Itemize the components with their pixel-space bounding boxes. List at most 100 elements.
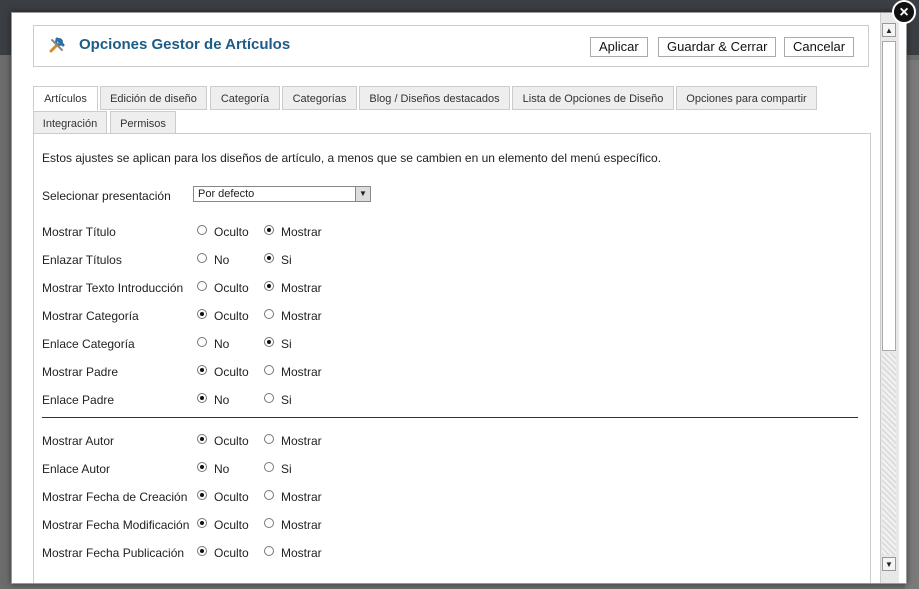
tools-icon <box>48 36 66 54</box>
radio-option-2[interactable] <box>264 518 274 528</box>
radio-option-1-label: No <box>214 462 230 476</box>
tab-lista-opciones[interactable]: Lista de Opciones de Diseño <box>512 86 674 110</box>
radio-option-1[interactable] <box>197 462 207 472</box>
option-label: Enlace Padre <box>42 393 115 407</box>
radio-option-2-label: Mostrar <box>281 281 322 295</box>
option-label: Enlace Autor <box>42 462 111 476</box>
radio-option-2[interactable] <box>264 365 274 375</box>
radio-option-1[interactable] <box>197 490 207 500</box>
option-label: Mostrar Texto Introducción <box>42 281 184 295</box>
tab-blog-disenos[interactable]: Blog / Diseños destacados <box>359 86 510 110</box>
option-row: Mostrar Texto Introducción Oculto Mostrar <box>42 278 842 298</box>
radio-option-1-label: Oculto <box>214 309 249 323</box>
radio-option-2-label: Mostrar <box>281 434 322 448</box>
radio-option-2-label: Si <box>281 337 292 351</box>
radio-option-1-label: Oculto <box>214 518 249 532</box>
option-label: Enlace Categoría <box>42 337 135 351</box>
layout-select-label: Selecionar presentación <box>42 189 171 203</box>
radio-option-2-label: Si <box>281 393 292 407</box>
tab-categorias[interactable]: Categorías <box>282 86 357 110</box>
page-title: Opciones Gestor de Artículos <box>79 36 291 53</box>
radio-option-1-label: Oculto <box>214 434 249 448</box>
radio-option-1-label: No <box>214 337 230 351</box>
radio-option-1-label: Oculto <box>214 281 249 295</box>
radio-option-2-label: Mostrar <box>281 490 322 504</box>
radio-option-1-label: No <box>214 253 230 267</box>
radio-option-1-label: Oculto <box>214 490 249 504</box>
chevron-down-icon[interactable]: ▼ <box>355 187 370 201</box>
radio-option-2-label: Si <box>281 462 292 476</box>
radio-option-1[interactable] <box>197 546 207 556</box>
layout-select-row: Selecionar presentación Por defecto ▼ <box>42 186 842 206</box>
tab-permisos[interactable]: Permisos <box>110 111 176 135</box>
option-row: Mostrar Título Oculto Mostrar <box>42 222 842 242</box>
options-modal: Opciones Gestor de Artículos Aplicar Gua… <box>11 12 907 584</box>
tab-edicion-diseno[interactable]: Edición de diseño <box>100 86 207 110</box>
option-label: Mostrar Fecha de Creación <box>42 490 188 504</box>
radio-option-1[interactable] <box>197 518 207 528</box>
scroll-down-icon[interactable]: ▼ <box>882 557 896 571</box>
radio-option-1[interactable] <box>197 253 207 263</box>
option-label: Mostrar Categoría <box>42 309 139 323</box>
layout-select-value: Por defecto <box>198 188 255 200</box>
tab-categoria[interactable]: Categoría <box>210 86 280 110</box>
scroll-up-icon[interactable]: ▲ <box>882 23 896 37</box>
save-close-button[interactable]: Guardar & Cerrar <box>658 37 777 57</box>
radio-option-1[interactable] <box>197 365 207 375</box>
tab-compartir[interactable]: Opciones para compartir <box>676 86 817 110</box>
radio-option-1-label: Oculto <box>214 546 249 560</box>
scrollbar-thumb[interactable] <box>882 41 896 351</box>
intro-text: Estos ajustes se aplican para los diseño… <box>42 151 662 165</box>
option-row: Enlace Padre No Si <box>42 390 842 410</box>
apply-button[interactable]: Aplicar <box>590 37 648 57</box>
radio-option-2-label: Si <box>281 253 292 267</box>
radio-option-1[interactable] <box>197 281 207 291</box>
option-row: Mostrar Fecha Publicación Oculto Mostrar <box>42 543 842 563</box>
option-row: Mostrar Autor Oculto Mostrar <box>42 431 842 451</box>
radio-option-2[interactable] <box>264 546 274 556</box>
section-divider <box>42 417 858 418</box>
modal-content: Opciones Gestor de Artículos Aplicar Gua… <box>12 13 880 583</box>
option-row: Mostrar Fecha de Creación Oculto Mostrar <box>42 487 842 507</box>
radio-option-2[interactable] <box>264 490 274 500</box>
option-label: Mostrar Autor <box>42 434 115 448</box>
radio-option-1[interactable] <box>197 225 207 235</box>
radio-option-2[interactable] <box>264 309 274 319</box>
radio-option-2-label: Mostrar <box>281 365 322 379</box>
option-label: Mostrar Título <box>42 225 116 239</box>
radio-option-2[interactable] <box>264 462 274 472</box>
option-row: Enlazar Títulos No Si <box>42 250 842 270</box>
radio-option-1-label: No <box>214 393 230 407</box>
radio-option-2[interactable] <box>264 337 274 347</box>
option-label: Enlazar Títulos <box>42 253 122 267</box>
radio-option-2[interactable] <box>264 434 274 444</box>
option-row: Enlace Categoría No Si <box>42 334 842 354</box>
option-label: Mostrar Fecha Publicación <box>42 546 185 560</box>
scrollbar[interactable]: ▲ ▼ <box>880 13 899 583</box>
radio-option-2[interactable] <box>264 225 274 235</box>
radio-option-2-label: Mostrar <box>281 546 322 560</box>
scrollbar-track[interactable] <box>882 353 896 555</box>
cancel-button[interactable]: Cancelar <box>784 37 855 57</box>
option-row: Mostrar Fecha Modificación Oculto Mostrar <box>42 515 842 535</box>
radio-option-2-label: Mostrar <box>281 225 322 239</box>
radio-option-1[interactable] <box>197 309 207 319</box>
option-label: Mostrar Padre <box>42 365 119 379</box>
radio-option-1[interactable] <box>197 393 207 403</box>
radio-option-2[interactable] <box>264 393 274 403</box>
close-icon[interactable]: × <box>892 0 916 24</box>
radio-option-2[interactable] <box>264 253 274 263</box>
option-label: Mostrar Fecha Modificación <box>42 518 190 532</box>
background-right-strip <box>905 60 919 589</box>
radio-option-1[interactable] <box>197 337 207 347</box>
modal-header: Opciones Gestor de Artículos Aplicar Gua… <box>33 25 869 67</box>
tab-articulos[interactable]: Artículos <box>33 86 98 111</box>
radio-option-2-label: Mostrar <box>281 518 322 532</box>
tab-panel-articulos: Estos ajustes se aplican para los diseño… <box>33 133 871 583</box>
layout-select[interactable]: Por defecto ▼ <box>193 186 371 202</box>
tab-integracion[interactable]: Integración <box>33 111 107 135</box>
radio-option-1[interactable] <box>197 434 207 444</box>
option-row: Mostrar Padre Oculto Mostrar <box>42 362 842 382</box>
option-row: Enlace Autor No Si <box>42 459 842 479</box>
radio-option-2[interactable] <box>264 281 274 291</box>
